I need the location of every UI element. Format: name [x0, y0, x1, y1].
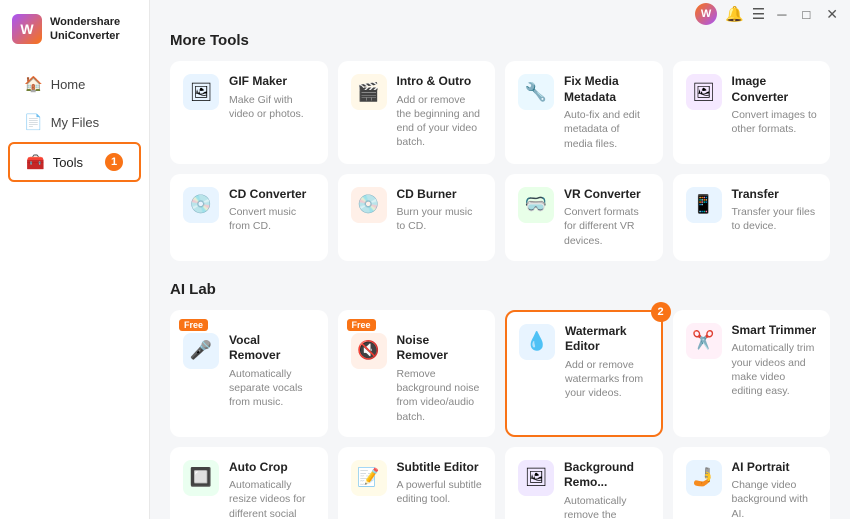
intro-outro-icon: 🎬: [351, 74, 387, 110]
watermark-editor-icon: 💧: [519, 324, 555, 360]
tool-smart-trimmer[interactable]: ✂️ Smart Trimmer Automatically trim your…: [673, 310, 831, 437]
transfer-icon: 📱: [686, 187, 722, 223]
vocal-remover-desc: Automatically separate vocals from music…: [229, 367, 315, 410]
fix-media-icon: 🔧: [518, 74, 554, 110]
app-name: Wondershare UniConverter: [50, 15, 120, 44]
cd-converter-desc: Convert music from CD.: [229, 205, 315, 233]
cd-converter-name: CD Converter: [229, 187, 315, 203]
myfiles-icon: 📄: [24, 113, 43, 131]
tool-gif-maker[interactable]: 🖼 GIF Maker Make Gif with video or photo…: [170, 61, 328, 164]
subtitle-editor-name: Subtitle Editor: [397, 460, 483, 476]
ai-portrait-name: AI Portrait: [732, 460, 818, 476]
ai-lab-grid: Free 🎤 Vocal Remover Automatically separ…: [170, 310, 830, 519]
intro-outro-name: Intro & Outro: [397, 74, 483, 90]
vr-converter-icon: 🥽: [518, 187, 554, 223]
close-button[interactable]: ✕: [822, 6, 842, 23]
tool-intro-outro[interactable]: 🎬 Intro & Outro Add or remove the beginn…: [338, 61, 496, 164]
tool-cd-converter[interactable]: 💿 CD Converter Convert music from CD.: [170, 174, 328, 261]
tool-subtitle-editor[interactable]: 📝 Subtitle Editor A powerful subtitle ed…: [338, 447, 496, 519]
sidebar: W Wondershare UniConverter 🏠 Home 📄 My F…: [0, 0, 150, 519]
sidebar-item-myfiles[interactable]: 📄 My Files: [8, 104, 141, 140]
transfer-name: Transfer: [732, 187, 818, 203]
vr-converter-name: VR Converter: [564, 187, 650, 203]
gif-maker-desc: Make Gif with video or photos.: [229, 93, 315, 121]
noise-remover-icon: 🔇: [351, 333, 387, 369]
tools-badge: 1: [105, 153, 123, 171]
tool-background-remove[interactable]: 🖼 Background Remo... Automatically remov…: [505, 447, 663, 519]
sidebar-item-tools[interactable]: 🧰 Tools 1: [8, 142, 141, 182]
gif-maker-icon: 🖼: [183, 74, 219, 110]
watermark-editor-desc: Add or remove watermarks from your video…: [565, 358, 649, 401]
tool-auto-crop[interactable]: 🔲 Auto Crop Automatically resize videos …: [170, 447, 328, 519]
cd-converter-icon: 💿: [183, 187, 219, 223]
tools-icon: 🧰: [26, 153, 45, 171]
watermark-step-badge: 2: [651, 302, 671, 322]
ai-lab-section: AI Lab Free 🎤 Vocal Remover Automaticall…: [170, 281, 830, 519]
vocal-remover-free-badge: Free: [179, 319, 208, 331]
more-tools-title: More Tools: [170, 32, 830, 49]
background-remove-name: Background Remo...: [564, 460, 650, 491]
tool-image-converter[interactable]: 🖼 Image Converter Convert images to othe…: [673, 61, 831, 164]
smart-trimmer-icon: ✂️: [686, 323, 722, 359]
noise-remover-free-badge: Free: [347, 319, 376, 331]
avatar[interactable]: W: [695, 3, 717, 25]
subtitle-editor-icon: 📝: [351, 460, 387, 496]
tool-noise-remover[interactable]: Free 🔇 Noise Remover Remove background n…: [338, 310, 496, 437]
menu-icon[interactable]: ☰: [752, 5, 765, 23]
noise-remover-desc: Remove background noise from video/audio…: [397, 367, 483, 424]
vocal-remover-name: Vocal Remover: [229, 333, 315, 364]
fix-media-name: Fix Media Metadata: [564, 74, 650, 105]
cd-burner-icon: 💿: [351, 187, 387, 223]
tool-transfer[interactable]: 📱 Transfer Transfer your files to device…: [673, 174, 831, 261]
tool-watermark-editor[interactable]: 2 💧 Watermark Editor Add or remove water…: [505, 310, 663, 437]
gif-maker-name: GIF Maker: [229, 74, 315, 90]
cd-burner-desc: Burn your music to CD.: [397, 205, 483, 233]
image-converter-desc: Convert images to other formats.: [732, 108, 818, 136]
main-content: More Tools 🖼 GIF Maker Make Gif with vid…: [150, 0, 850, 519]
tool-fix-media[interactable]: 🔧 Fix Media Metadata Auto-fix and edit m…: [505, 61, 663, 164]
background-remove-icon: 🖼: [518, 460, 554, 496]
more-tools-section: More Tools 🖼 GIF Maker Make Gif with vid…: [170, 32, 830, 261]
app-logo: W Wondershare UniConverter: [0, 0, 149, 58]
background-remove-desc: Automatically remove the background from…: [564, 494, 650, 519]
sidebar-label-myfiles: My Files: [51, 115, 99, 130]
image-converter-name: Image Converter: [732, 74, 818, 105]
minimize-button[interactable]: ─: [773, 7, 790, 22]
bell-icon[interactable]: 🔔: [725, 5, 744, 23]
fix-media-desc: Auto-fix and edit metadata of media file…: [564, 108, 650, 151]
tool-vocal-remover[interactable]: Free 🎤 Vocal Remover Automatically separ…: [170, 310, 328, 437]
auto-crop-name: Auto Crop: [229, 460, 315, 476]
home-icon: 🏠: [24, 75, 43, 93]
vocal-remover-icon: 🎤: [183, 333, 219, 369]
sidebar-label-home: Home: [51, 77, 86, 92]
transfer-desc: Transfer your files to device.: [732, 205, 818, 233]
auto-crop-desc: Automatically resize videos for differen…: [229, 478, 315, 519]
vr-converter-desc: Convert formats for different VR devices…: [564, 205, 650, 248]
subtitle-editor-desc: A powerful subtitle editing tool.: [397, 478, 483, 506]
noise-remover-name: Noise Remover: [397, 333, 483, 364]
tool-cd-burner[interactable]: 💿 CD Burner Burn your music to CD.: [338, 174, 496, 261]
ai-lab-title: AI Lab: [170, 281, 830, 298]
tool-ai-portrait[interactable]: 🤳 AI Portrait Change video background wi…: [673, 447, 831, 519]
tool-vr-converter[interactable]: 🥽 VR Converter Convert formats for diffe…: [505, 174, 663, 261]
more-tools-grid: 🖼 GIF Maker Make Gif with video or photo…: [170, 61, 830, 261]
ai-portrait-icon: 🤳: [686, 460, 722, 496]
cd-burner-name: CD Burner: [397, 187, 483, 203]
sidebar-item-home[interactable]: 🏠 Home: [8, 66, 141, 102]
auto-crop-icon: 🔲: [183, 460, 219, 496]
logo-icon: W: [12, 14, 42, 44]
ai-portrait-desc: Change video background with AI.: [732, 478, 818, 519]
intro-outro-desc: Add or remove the beginning and end of y…: [397, 93, 483, 150]
watermark-editor-name: Watermark Editor: [565, 324, 649, 355]
sidebar-nav: 🏠 Home 📄 My Files 🧰 Tools 1: [0, 58, 149, 190]
image-converter-icon: 🖼: [686, 74, 722, 110]
smart-trimmer-name: Smart Trimmer: [732, 323, 818, 339]
sidebar-label-tools: Tools: [53, 155, 83, 170]
smart-trimmer-desc: Automatically trim your videos and make …: [732, 341, 818, 398]
maximize-button[interactable]: □: [798, 7, 814, 22]
